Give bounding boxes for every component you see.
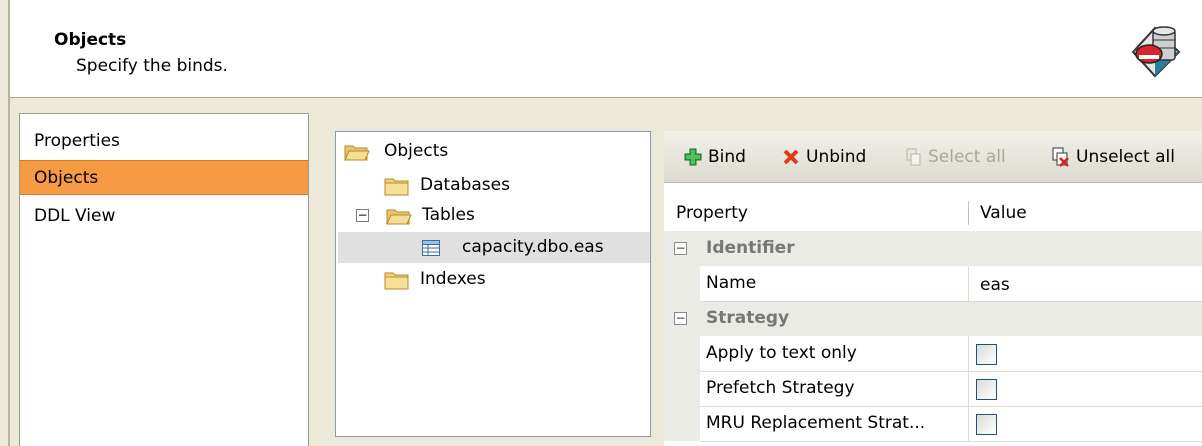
column-header-property[interactable]: Property — [676, 195, 748, 231]
table-icon — [422, 240, 440, 256]
property-row-mru-replacement[interactable]: MRU Replacement Strat... — [664, 406, 1202, 441]
unbind-button[interactable]: Unbind — [782, 131, 866, 183]
apply-text-only-checkbox[interactable] — [976, 344, 997, 365]
unselect-all-label: Unselect all — [1076, 147, 1175, 167]
sidebar-item-objects[interactable]: Objects — [20, 160, 308, 195]
sidebar-item-label: Objects — [34, 168, 99, 188]
row-gutter — [664, 371, 700, 406]
cell-divider — [968, 406, 969, 441]
folder-open-icon — [344, 145, 370, 161]
page-subtitle: Specify the binds. — [76, 56, 228, 76]
wizard-header: Objects Specify the binds. — [10, 0, 1202, 98]
property-name: Prefetch Strategy — [706, 378, 855, 398]
tree-item-table-capacity[interactable]: capacity.dbo.eas — [338, 232, 650, 263]
property-name: MRU Replacement Strat... — [706, 413, 926, 433]
plus-icon — [684, 148, 702, 166]
property-row-name[interactable]: Name eas — [664, 266, 1202, 301]
sidebar-item-properties[interactable]: Properties — [20, 124, 308, 159]
grid-header: Property Value — [664, 195, 1202, 231]
mru-replacement-checkbox[interactable] — [976, 414, 997, 435]
tree-item-tables[interactable]: − Tables — [350, 200, 644, 231]
sidebar-item-label: Properties — [34, 131, 120, 151]
bind-label: Bind — [708, 147, 746, 167]
object-tree[interactable]: Objects Databases − Tables capacity.dbo.… — [335, 131, 651, 437]
tree-item-label: Databases — [420, 175, 510, 195]
properties-panel: Bind Unbind Select all Unselect all Prop — [664, 131, 1202, 446]
sidebar-item-label: DDL View — [34, 206, 116, 226]
folder-open-icon — [386, 209, 412, 225]
cell-divider — [968, 266, 969, 301]
tree-item-label: Indexes — [420, 269, 486, 289]
grid-line — [700, 441, 1202, 442]
row-gutter — [664, 406, 700, 441]
collapse-icon[interactable]: − — [674, 242, 687, 255]
sidebar-item-ddl-view[interactable]: DDL View — [20, 199, 308, 234]
unselect-all-button[interactable]: Unselect all — [1052, 131, 1175, 183]
select-all-label: Select all — [928, 147, 1006, 167]
column-divider[interactable] — [968, 201, 969, 225]
group-row-strategy[interactable]: − Strategy — [664, 301, 1202, 336]
bind-button[interactable]: Bind — [684, 131, 746, 183]
column-header-value[interactable]: Value — [980, 195, 1027, 231]
collapse-icon[interactable]: − — [356, 209, 369, 222]
cell-divider — [968, 336, 969, 371]
toolbar: Bind Unbind Select all Unselect all — [664, 131, 1202, 183]
folder-icon — [384, 178, 409, 196]
unselect-all-icon — [1052, 147, 1069, 167]
tree-item-indexes[interactable]: Indexes — [384, 264, 644, 295]
folder-icon — [384, 272, 409, 290]
property-name: Apply to text only — [706, 343, 857, 363]
tree-item-databases[interactable]: Databases — [384, 170, 644, 201]
select-all-button[interactable]: Select all — [906, 131, 1006, 183]
tree-item-objects[interactable]: Objects — [344, 136, 644, 167]
name-value-field[interactable]: eas — [980, 268, 1010, 303]
group-label: Strategy — [706, 308, 790, 328]
collapse-icon[interactable]: − — [674, 312, 687, 325]
tree-item-label: capacity.dbo.eas — [462, 237, 604, 257]
tree-item-label: Tables — [422, 205, 475, 225]
property-name: Name — [706, 273, 757, 293]
unbind-label: Unbind — [806, 147, 867, 167]
property-row-apply-text-only[interactable]: Apply to text only — [664, 336, 1202, 371]
property-row-prefetch-strategy[interactable]: Prefetch Strategy — [664, 371, 1202, 406]
database-wizard-icon — [1131, 26, 1181, 78]
row-gutter — [664, 266, 700, 301]
grid-line — [700, 406, 1202, 407]
select-all-icon — [906, 148, 921, 166]
x-icon — [783, 149, 799, 165]
row-gutter — [664, 336, 700, 371]
cell-divider — [968, 371, 969, 406]
tree-item-label: Objects — [384, 141, 449, 161]
page-title: Objects — [54, 30, 127, 50]
group-label: Identifier — [706, 238, 795, 258]
grid-line — [700, 301, 1202, 302]
sidebar-nav: Properties Objects DDL View — [19, 113, 309, 446]
prefetch-strategy-checkbox[interactable] — [976, 379, 997, 400]
group-row-identifier[interactable]: − Identifier — [664, 231, 1202, 266]
grid-line — [700, 371, 1202, 372]
